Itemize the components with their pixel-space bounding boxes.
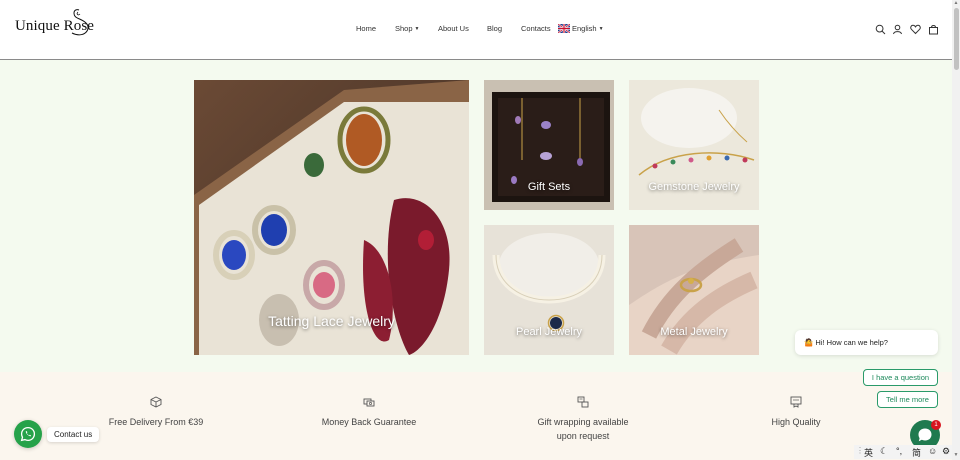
- chat-unread-badge: 1: [931, 420, 941, 430]
- collection-tile-pearl[interactable]: Pearl Jewelry: [484, 225, 614, 355]
- features-strip: Free Delivery From €39 Money Back Guaran…: [0, 372, 952, 460]
- tile-label: Gemstone Jewelry: [648, 181, 740, 193]
- chat-reply-tell-more[interactable]: Tell me more: [877, 391, 938, 408]
- tile-label: Pearl Jewelry: [515, 326, 583, 338]
- cart-icon[interactable]: [928, 24, 939, 35]
- account-icon[interactable]: [892, 24, 903, 35]
- chat-greeting: 🤷 Hi! How can we help?: [795, 330, 938, 355]
- nav-home[interactable]: Home: [356, 24, 376, 33]
- nav-contacts[interactable]: Contacts: [521, 24, 551, 33]
- emoji-icon[interactable]: ☺: [928, 446, 937, 456]
- nav-shop[interactable]: Shop ▼: [395, 24, 419, 33]
- tile-label: Gift Sets: [527, 181, 571, 193]
- moon-icon[interactable]: ☾: [880, 446, 888, 457]
- chat-reply-question[interactable]: I have a question: [863, 369, 938, 386]
- wishlist-icon[interactable]: [910, 24, 921, 35]
- collection-tile-gemstone[interactable]: Gemstone Jewelry: [629, 80, 759, 210]
- feature-gift-wrapping: Gift wrapping available upon request: [493, 396, 673, 443]
- chevron-down-icon: ▼: [598, 26, 604, 32]
- ime-toolbar: ⋮ 英 ☾ °, 简 ☺ ⚙: [854, 445, 952, 459]
- gift-icon: [577, 396, 589, 408]
- money-icon: [363, 398, 375, 407]
- nav-blog[interactable]: Blog: [487, 24, 502, 33]
- chevron-down-icon: ▼: [414, 26, 420, 32]
- nav-shop-label: Shop: [395, 24, 413, 33]
- feature-text: High Quality: [771, 417, 821, 427]
- scroll-thumb[interactable]: [954, 8, 959, 70]
- rose-swirl-icon: [71, 9, 89, 36]
- language-selector[interactable]: English ▼: [572, 24, 604, 33]
- box-icon: [150, 396, 162, 408]
- quality-icon: [790, 396, 802, 408]
- uk-flag-icon: [558, 24, 570, 33]
- search-icon[interactable]: [875, 24, 886, 35]
- collection-tile-metal[interactable]: Metal Jewelry: [629, 225, 759, 355]
- punctuation-icon[interactable]: °,: [896, 446, 902, 456]
- feature-money-back: Money Back Guarantee: [279, 396, 459, 429]
- chat-bubble-icon: [918, 428, 932, 442]
- feature-free-delivery: Free Delivery From €39: [66, 396, 246, 429]
- scroll-down-arrow[interactable]: ▼: [953, 452, 959, 458]
- whatsapp-button[interactable]: [14, 420, 42, 448]
- page-scrollbar[interactable]: ▲ ▼: [952, 0, 960, 460]
- site-header: Unique Rose Home Shop ▼ About Us Blog Con…: [0, 0, 960, 60]
- gear-icon[interactable]: ⚙: [942, 446, 950, 457]
- whatsapp-icon: [20, 426, 36, 442]
- ime-mode-toggle[interactable]: 英: [864, 446, 873, 459]
- tile-label: Tatting Lace Jewelry: [268, 313, 395, 329]
- feature-text: Money Back Guarantee: [321, 417, 417, 427]
- whatsapp-contact-label[interactable]: Contact us: [47, 427, 100, 442]
- ime-grip-icon: ⋮: [856, 446, 864, 455]
- feature-text: Gift wrapping available upon request: [537, 417, 629, 441]
- language-label: English: [572, 24, 597, 33]
- collection-tile-gift-sets[interactable]: Gift Sets: [484, 80, 614, 210]
- scroll-up-arrow[interactable]: ▲: [953, 0, 959, 6]
- collection-tile-tatting-lace[interactable]: Tatting Lace Jewelry: [194, 80, 469, 355]
- feature-high-quality: High Quality: [706, 396, 886, 429]
- nav-about-us[interactable]: About Us: [438, 24, 469, 33]
- tile-label: Metal Jewelry: [660, 326, 728, 338]
- ime-simplified-toggle[interactable]: 简: [912, 446, 921, 459]
